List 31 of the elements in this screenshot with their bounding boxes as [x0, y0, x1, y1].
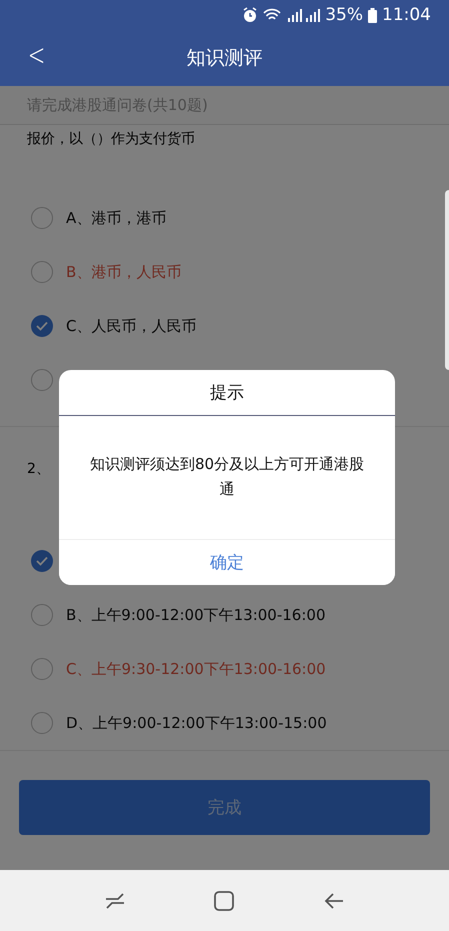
question-text: 报价，以（）作为支付货币 — [27, 131, 195, 147]
battery-icon — [368, 8, 377, 22]
option-label: A、港币，港币 — [66, 208, 166, 228]
wifi-icon — [263, 8, 282, 22]
radio-button[interactable] — [31, 658, 53, 680]
radio-button[interactable] — [31, 712, 53, 734]
radio-button[interactable] — [31, 261, 53, 283]
alarm-icon — [242, 7, 258, 23]
back-arrow-icon — [323, 890, 346, 910]
option-label: B、上午9:00-12:00下午13:00-16:00 — [66, 606, 326, 624]
radio-button[interactable] — [31, 315, 53, 337]
question-text: 2、 — [27, 461, 50, 477]
battery-percent: 35% — [325, 5, 363, 25]
radio-button[interactable] — [31, 369, 53, 391]
radio-button[interactable] — [31, 207, 53, 229]
radio-button[interactable] — [31, 604, 53, 626]
page-title: 知识测评 — [186, 46, 262, 71]
clock-time: 11:04 — [382, 5, 431, 25]
edge-panel-handle[interactable] — [445, 190, 449, 370]
option-label: C、人民币，人民币 — [66, 316, 196, 336]
option-label: B、港币，人民币 — [66, 262, 182, 282]
recent-apps-icon — [104, 890, 126, 910]
radio-button[interactable] — [31, 550, 53, 572]
option-label: D、上午9:00-12:00下午13:00-15:00 — [66, 714, 327, 732]
check-icon — [36, 321, 48, 331]
home-icon — [213, 890, 236, 912]
option-label: C、上午9:30-12:00下午13:00-16:00 — [66, 660, 326, 678]
check-icon — [36, 556, 48, 566]
back-button[interactable]: < — [24, 38, 50, 73]
signal-icon — [286, 8, 320, 22]
dialog-title: 提示 — [59, 370, 395, 416]
